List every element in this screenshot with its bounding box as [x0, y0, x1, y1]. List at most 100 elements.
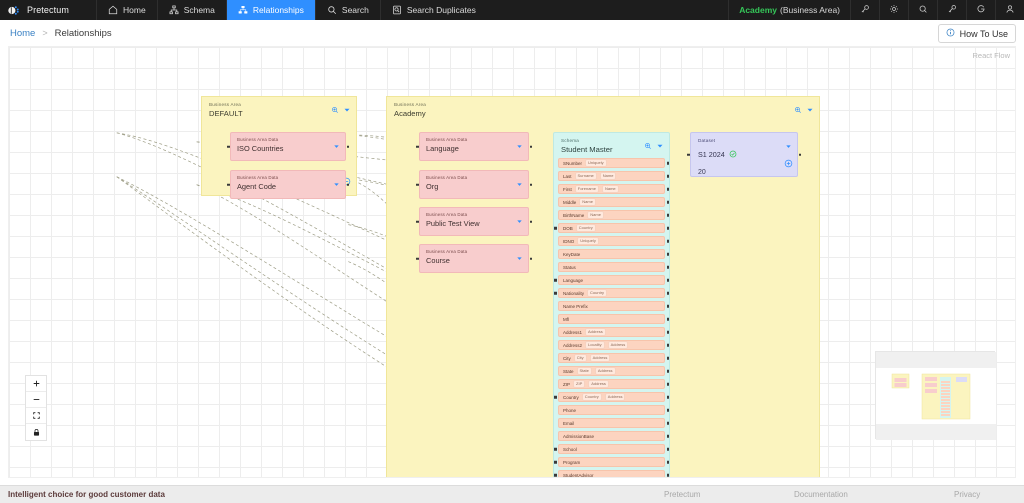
business-area-indicator[interactable]: Academy (Business Area): [728, 0, 850, 20]
node-port-left[interactable]: [416, 257, 419, 260]
footer-link-privacy[interactable]: Privacy: [954, 490, 1024, 499]
schema-field-row[interactable]: BirthName Name: [558, 210, 669, 220]
node-port-left[interactable]: [416, 183, 419, 186]
schema-field-port-right[interactable]: [666, 343, 669, 347]
relationship-flow-canvas[interactable]: React Flow Business Area DEFAULT Busines…: [8, 46, 1016, 478]
schema-field-port-right[interactable]: [666, 304, 669, 308]
schema-field-port-left[interactable]: [554, 447, 557, 451]
schema-field-row[interactable]: IDNO Uniquely: [558, 236, 669, 246]
schema-field-port-right[interactable]: [666, 473, 669, 477]
nav-item-schema[interactable]: Schema: [156, 0, 226, 20]
node-port-right[interactable]: [529, 183, 532, 186]
schema-field-row[interactable]: Middle Name: [558, 197, 669, 207]
schema-field-port-right[interactable]: [666, 356, 669, 360]
node-port-right[interactable]: [798, 153, 801, 156]
schema-field-row[interactable]: Language: [554, 275, 669, 285]
schema-field-row[interactable]: Status: [558, 262, 669, 272]
lock-button[interactable]: [26, 424, 46, 440]
schema-field-port-right[interactable]: [666, 265, 669, 269]
schema-field-row[interactable]: SNumber Uniquely: [558, 158, 669, 168]
zoom-target-icon[interactable]: [331, 101, 339, 119]
footer-link-pretectum[interactable]: Pretectum: [664, 490, 794, 499]
schema-field-port-right[interactable]: [666, 278, 669, 282]
schema-field-row[interactable]: ZIP ZIP Address: [558, 379, 669, 389]
schema-field-port-right[interactable]: [666, 369, 669, 373]
schema-field-port-right[interactable]: [666, 226, 669, 230]
brand[interactable]: Pretectum: [0, 0, 96, 20]
user-icon-button[interactable]: [995, 0, 1024, 20]
data-node-course[interactable]: Business Area Data Course: [416, 244, 532, 273]
schema-field-port-left[interactable]: [554, 395, 557, 399]
schema-field-port-right[interactable]: [666, 382, 669, 386]
chevron-down-icon[interactable]: [343, 101, 351, 119]
schema-field-row[interactable]: Last Surname Name: [558, 171, 669, 181]
chevron-down-icon[interactable]: [516, 249, 523, 267]
group-node-academy[interactable]: Business Area Academy Business Area Data…: [386, 96, 820, 477]
schema-field-port-right[interactable]: [666, 174, 669, 178]
node-port-left[interactable]: [227, 183, 230, 186]
data-node-org[interactable]: Business Area Data Org: [416, 170, 532, 199]
node-port-left[interactable]: [227, 145, 230, 148]
nav-item-search[interactable]: Search: [314, 0, 380, 20]
node-port-right[interactable]: [529, 257, 532, 260]
schema-field-row[interactable]: StudentAdvisor: [554, 470, 669, 477]
dataset-node-s1-2024[interactable]: Dataset S1 2024 20: [687, 132, 801, 177]
how-to-use-button[interactable]: How To Use: [937, 24, 1016, 43]
node-port-right[interactable]: [346, 145, 349, 148]
schema-field-port-left[interactable]: [554, 460, 557, 464]
schema-field-port-right[interactable]: [666, 447, 669, 451]
chevron-down-icon[interactable]: [785, 137, 792, 155]
schema-field-row[interactable]: KeyDate: [558, 249, 669, 259]
schema-field-row[interactable]: First Forename Name: [558, 184, 669, 194]
zoom-target-icon[interactable]: [794, 101, 802, 119]
key-icon-button[interactable]: [850, 0, 879, 20]
fit-view-button[interactable]: [26, 408, 46, 424]
schema-field-row[interactable]: Email: [558, 418, 669, 428]
nav-item-search-duplicates[interactable]: Search Duplicates: [379, 0, 487, 20]
data-node-iso-countries[interactable]: Business Area Data ISO Countries: [227, 132, 349, 161]
canvas-minimap[interactable]: [875, 351, 996, 440]
node-port-right[interactable]: [529, 145, 532, 148]
schema-field-row[interactable]: Nationality Country: [554, 288, 669, 298]
node-port-right[interactable]: [529, 220, 532, 223]
schema-field-row[interactable]: Country Country Address: [554, 392, 669, 402]
schema-collapse-button[interactable]: [655, 476, 664, 477]
schema-field-row[interactable]: Address1 Address: [558, 327, 669, 337]
chevron-down-icon[interactable]: [333, 175, 340, 193]
data-node-public-test-view[interactable]: Business Area Data Public Test View: [416, 207, 532, 236]
schema-field-row[interactable]: Program: [554, 457, 669, 467]
schema-field-port-right[interactable]: [666, 291, 669, 295]
chevron-down-icon[interactable]: [333, 137, 340, 155]
schema-field-port-left[interactable]: [554, 278, 557, 282]
schema-node-student-master[interactable]: Schema Student Master SNumber Uniquely Las…: [553, 132, 670, 477]
breadcrumb-home-link[interactable]: Home: [10, 28, 35, 39]
footer-link-documentation[interactable]: Documentation: [794, 490, 954, 499]
schema-field-row[interactable]: Mfl: [558, 314, 669, 324]
schema-field-row[interactable]: Phone: [558, 405, 669, 415]
schema-field-port-right[interactable]: [666, 187, 669, 191]
chevron-down-icon[interactable]: [806, 101, 814, 119]
chevron-down-icon[interactable]: [516, 212, 523, 230]
schema-field-row[interactable]: Name Prefix: [558, 301, 669, 311]
schema-field-row[interactable]: AdmissionBase: [558, 431, 669, 441]
wrench-icon-button[interactable]: [937, 0, 966, 20]
schema-field-port-right[interactable]: [666, 213, 669, 217]
node-port-left[interactable]: [416, 220, 419, 223]
schema-field-port-right[interactable]: [666, 317, 669, 321]
schema-field-port-right[interactable]: [666, 330, 669, 334]
schema-field-port-right[interactable]: [666, 161, 669, 165]
schema-field-row[interactable]: School: [554, 444, 669, 454]
node-port-left[interactable]: [416, 145, 419, 148]
google-icon-button[interactable]: [966, 0, 995, 20]
chevron-down-icon[interactable]: [516, 175, 523, 193]
dataset-expand-button[interactable]: [784, 155, 793, 173]
schema-field-port-right[interactable]: [666, 408, 669, 412]
zoom-out-button[interactable]: [26, 392, 46, 408]
schema-field-row[interactable]: DOB Country: [554, 223, 669, 233]
schema-field-port-right[interactable]: [666, 460, 669, 464]
zoom-target-icon[interactable]: [644, 137, 652, 155]
chevron-down-icon[interactable]: [656, 137, 664, 155]
schema-field-port-right[interactable]: [666, 434, 669, 438]
schema-field-port-left[interactable]: [554, 226, 557, 230]
node-port-left[interactable]: [687, 153, 690, 156]
